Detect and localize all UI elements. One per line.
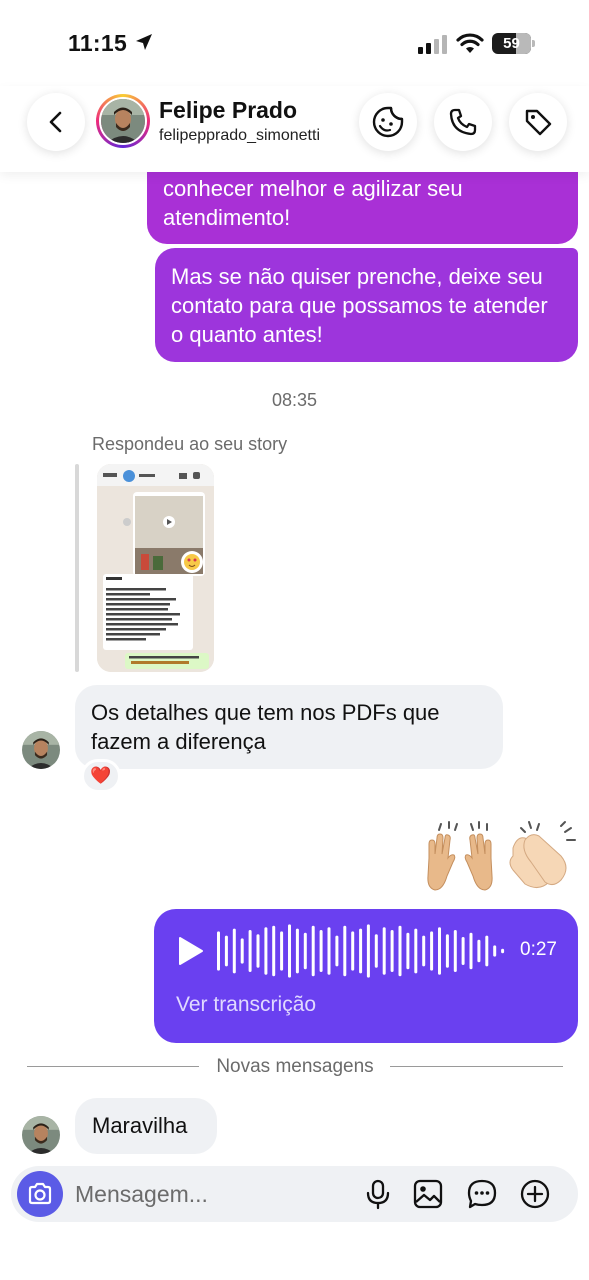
sticker-icon xyxy=(372,106,404,138)
waveform-bar xyxy=(248,930,252,972)
signal-icon xyxy=(418,35,447,54)
plus-icon[interactable] xyxy=(519,1178,551,1210)
message-composer xyxy=(11,1166,578,1222)
waveform-bar xyxy=(351,931,355,971)
waveform-bar xyxy=(335,935,339,967)
gallery-icon[interactable] xyxy=(412,1178,444,1210)
back-icon xyxy=(49,111,62,133)
location-arrow-icon xyxy=(136,34,152,50)
mic-icon[interactable] xyxy=(362,1178,394,1210)
voice-duration: 0:27 xyxy=(520,939,557,960)
new-messages-divider: Novas mensagens xyxy=(27,1052,563,1082)
play-icon[interactable] xyxy=(174,935,206,967)
waveform-bar xyxy=(485,935,489,967)
waveform-bar xyxy=(438,927,441,975)
waveform-bar xyxy=(319,930,323,972)
contact-username[interactable]: felipepprado_simonetti xyxy=(159,127,320,145)
contact-avatar[interactable] xyxy=(22,1116,60,1154)
waveform-bar xyxy=(382,927,386,975)
received-message[interactable]: Os detalhes que tem nos PDFs que fazem a… xyxy=(75,685,503,769)
header-avatar[interactable] xyxy=(96,94,150,148)
waveform-bar xyxy=(493,945,497,957)
reply-quote-bar xyxy=(75,464,79,672)
waveform-bar xyxy=(264,927,268,975)
waveform-bar xyxy=(374,934,378,968)
view-transcription-link[interactable]: Ver transcrição xyxy=(176,993,316,1017)
waveform-bar xyxy=(232,928,236,974)
heart-reaction-emoji: ❤️ xyxy=(90,766,112,785)
waveform-bar xyxy=(430,931,434,971)
waveform-bar xyxy=(280,931,284,971)
profile-photo xyxy=(22,731,60,769)
chat-header: Felipe Prado felipepprado_simonetti xyxy=(0,86,589,172)
wifi-icon xyxy=(456,33,484,53)
received-message[interactable]: Maravilha xyxy=(75,1098,217,1154)
contact-avatar[interactable] xyxy=(22,731,60,769)
waveform-bar xyxy=(501,948,505,954)
waveform-bar xyxy=(256,934,260,968)
camera-button[interactable] xyxy=(17,1171,63,1217)
waveform-bar xyxy=(359,928,363,974)
raised-hands-clapping-icon xyxy=(427,821,576,891)
waveform-bar xyxy=(366,924,370,978)
waveform-bar xyxy=(406,932,410,970)
waveform-bar xyxy=(445,934,449,968)
sticker-button[interactable] xyxy=(359,93,417,151)
sent-emoji-message[interactable] xyxy=(421,818,581,894)
voice-call-button[interactable] xyxy=(434,93,492,151)
waveform-bar xyxy=(422,935,426,967)
waveform-bar xyxy=(327,927,331,975)
story-preview-image xyxy=(97,464,214,672)
battery-icon: 59 xyxy=(492,33,536,54)
sticker-chat-icon[interactable] xyxy=(466,1178,498,1210)
waveform-bar xyxy=(224,935,228,967)
back-button[interactable] xyxy=(27,93,85,151)
waveform-bar xyxy=(295,928,299,974)
waveform-bar xyxy=(240,938,244,964)
voice-message[interactable]: 0:27 Ver transcrição xyxy=(154,909,578,1043)
story-reply-label: Respondeu ao seu story xyxy=(92,434,288,454)
sent-message[interactable]: conhecer melhor e agilizar seu atendimen… xyxy=(147,160,578,244)
profile-photo xyxy=(22,1116,60,1154)
message-input[interactable] xyxy=(75,1178,345,1210)
sent-message[interactable]: Mas se não quiser prenche, deixe seu con… xyxy=(155,248,578,362)
waveform-bar xyxy=(311,925,315,977)
profile-photo xyxy=(101,99,145,143)
label-button[interactable] xyxy=(509,93,567,151)
audio-waveform[interactable] xyxy=(216,921,508,981)
camera-icon xyxy=(28,1182,52,1205)
status-bar: 11:15 59 xyxy=(0,0,589,86)
waveform-bar xyxy=(217,931,220,971)
waveform-bar xyxy=(414,928,418,974)
waveform-bar xyxy=(303,932,307,970)
message-timestamp: 08:35 xyxy=(271,390,318,410)
waveform-bar xyxy=(272,925,276,977)
waveform-bar xyxy=(288,924,291,978)
waveform-bar xyxy=(477,939,481,963)
battery-level: 59 xyxy=(503,35,520,52)
waveform-bar xyxy=(343,925,347,977)
new-messages-label: Novas mensagens xyxy=(216,1056,374,1077)
waveform-bar xyxy=(453,930,457,972)
waveform-bar xyxy=(469,932,473,970)
heart-reaction[interactable]: ❤️ xyxy=(81,759,121,793)
status-time: 11:15 xyxy=(68,30,128,56)
phone-icon xyxy=(449,108,477,136)
contact-name[interactable]: Felipe Prado xyxy=(159,97,297,124)
waveform-bar xyxy=(461,937,465,965)
story-thumbnail[interactable] xyxy=(97,464,214,672)
waveform-bar xyxy=(398,925,402,977)
tag-icon xyxy=(525,109,552,136)
waveform-bar xyxy=(390,930,394,972)
